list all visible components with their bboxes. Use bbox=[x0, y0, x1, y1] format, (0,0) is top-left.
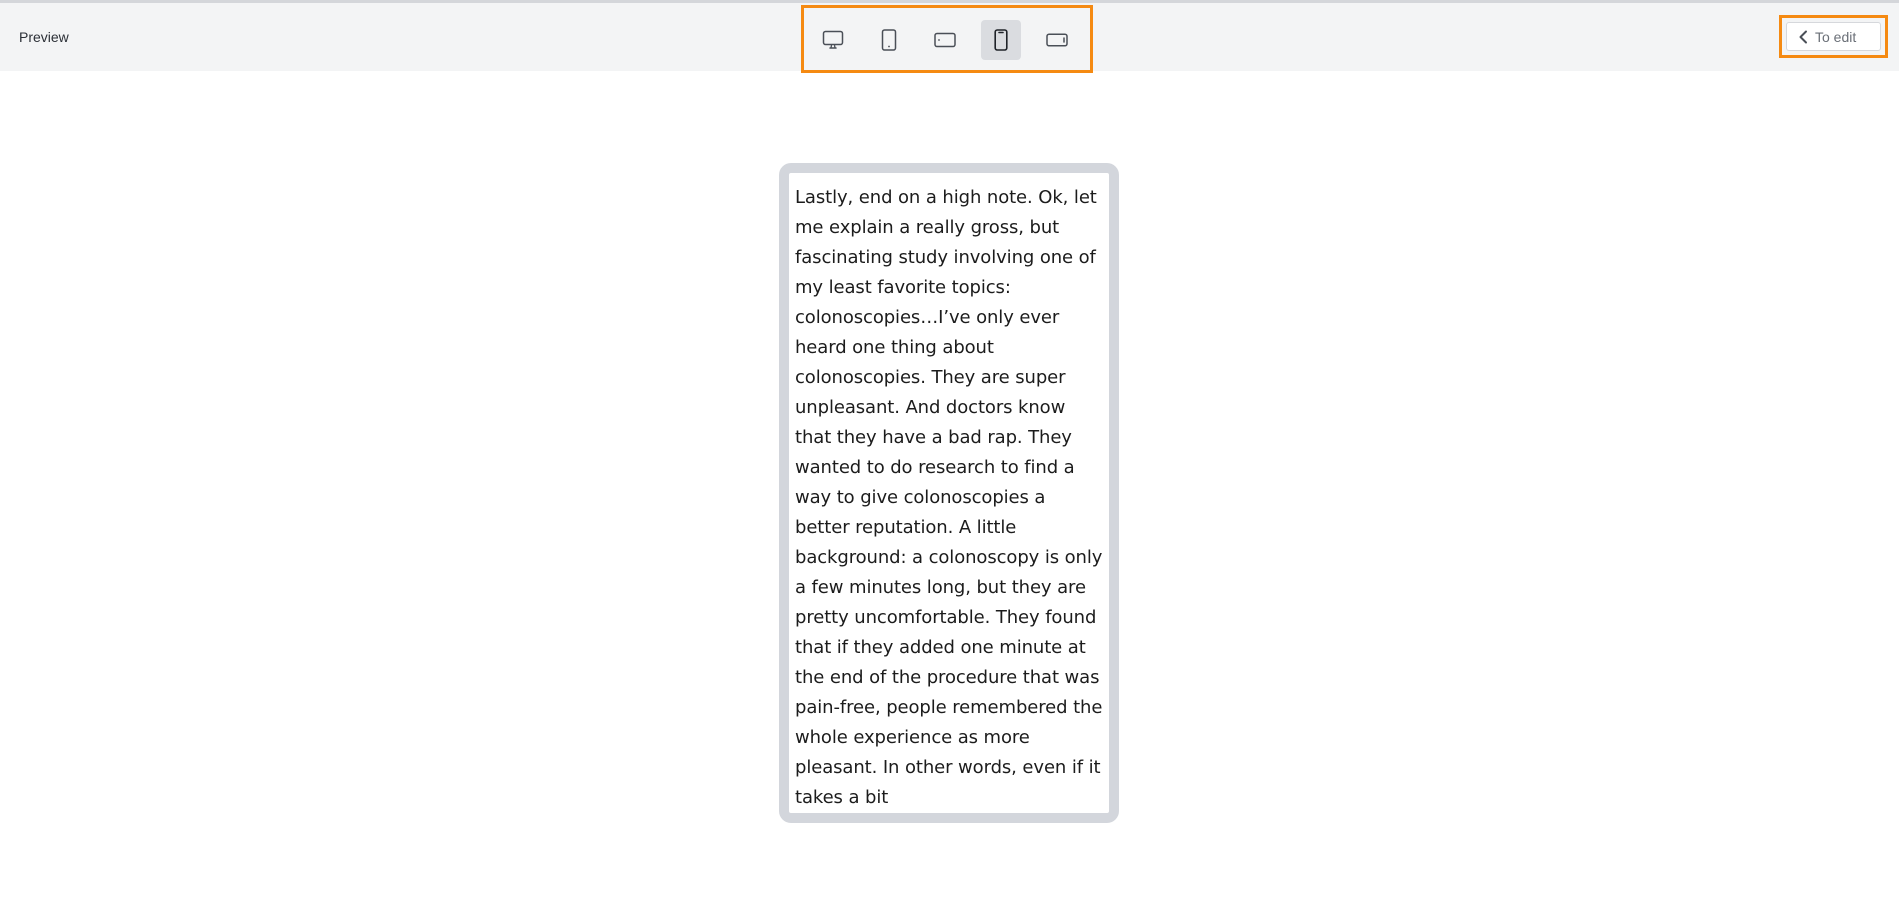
phone-icon bbox=[994, 29, 1008, 51]
device-desktop-button[interactable] bbox=[813, 20, 853, 60]
to-edit-button[interactable]: To edit bbox=[1786, 22, 1881, 51]
tablet-landscape-icon bbox=[934, 32, 956, 48]
phone-preview-frame[interactable]: Lastly, end on a high note. Ok, let me e… bbox=[779, 163, 1119, 823]
device-switcher bbox=[801, 5, 1093, 73]
monitor-icon bbox=[822, 30, 844, 49]
device-phone-button[interactable] bbox=[981, 20, 1021, 60]
to-edit-highlight: To edit bbox=[1779, 15, 1888, 58]
phone-landscape-icon bbox=[1046, 33, 1068, 47]
device-tablet-landscape-button[interactable] bbox=[925, 20, 965, 60]
device-phone-landscape-button[interactable] bbox=[1037, 20, 1077, 60]
tablet-icon bbox=[881, 29, 897, 51]
preview-body-text: Lastly, end on a high note. Ok, let me e… bbox=[795, 187, 1103, 808]
page-title: Preview bbox=[19, 29, 69, 45]
device-tablet-button[interactable] bbox=[869, 20, 909, 60]
to-edit-label: To edit bbox=[1815, 28, 1857, 45]
chevron-left-icon bbox=[1799, 30, 1807, 43]
